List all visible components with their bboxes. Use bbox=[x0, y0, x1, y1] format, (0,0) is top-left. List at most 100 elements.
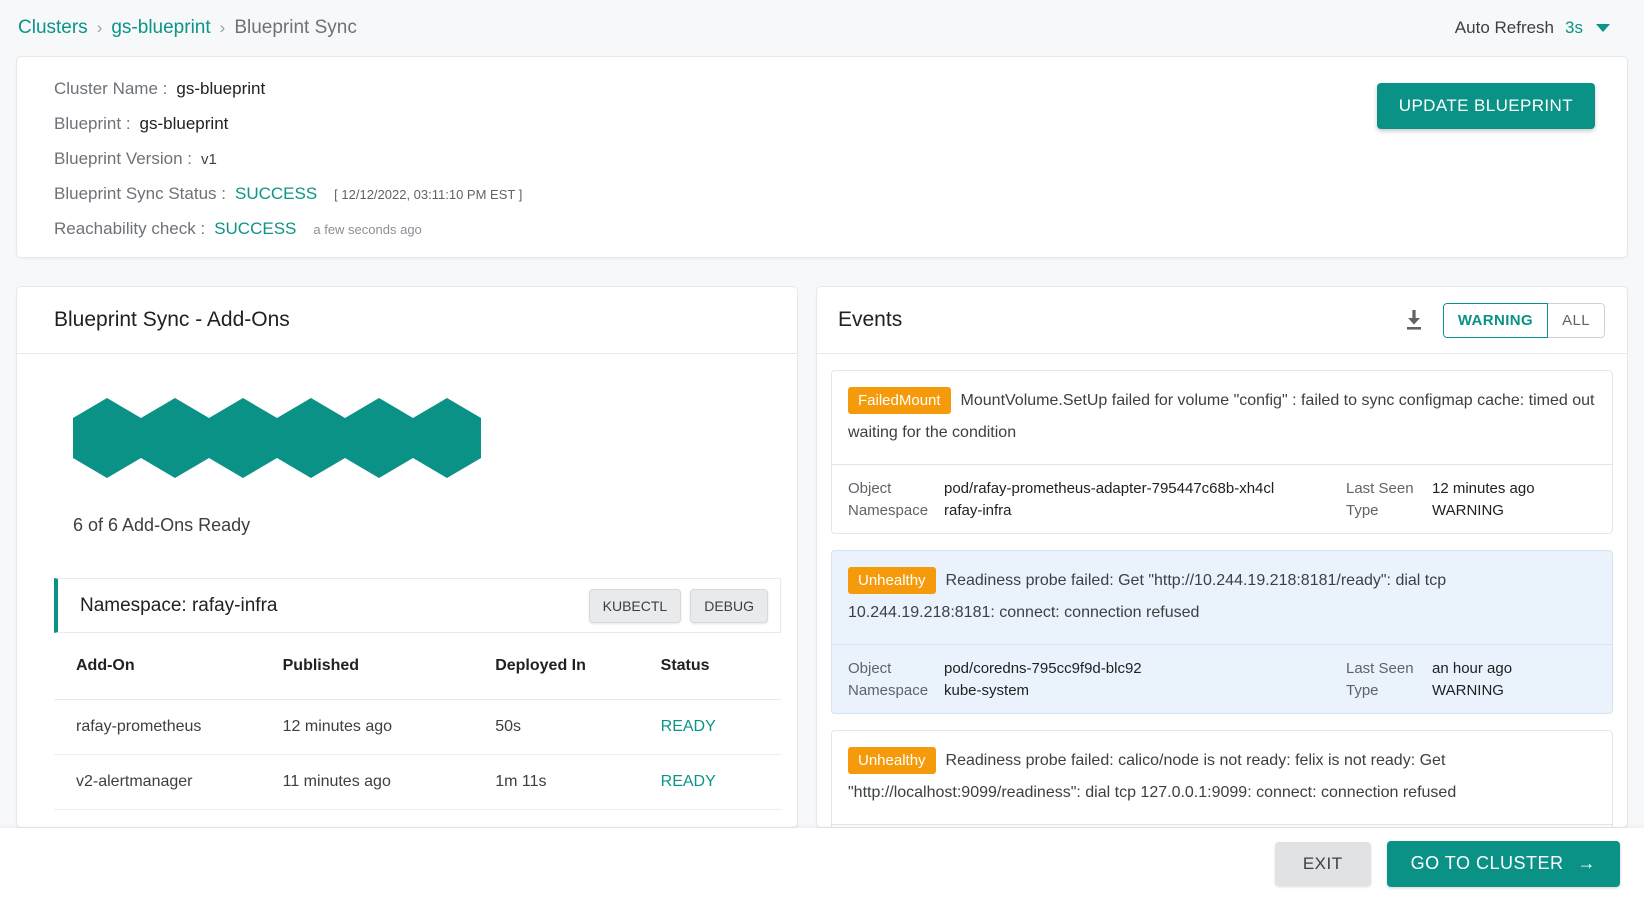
events-filter-all[interactable]: ALL bbox=[1548, 302, 1605, 338]
addon-hex-icon bbox=[345, 398, 413, 478]
status-badge: SUCCESS bbox=[234, 184, 318, 203]
chevron-down-icon[interactable] bbox=[1596, 24, 1610, 32]
event-card[interactable]: Unhealthy Readiness probe failed: calico/… bbox=[831, 730, 1613, 827]
events-panel: Events WARNING ALL FailedMount MountVolu… bbox=[816, 286, 1628, 828]
table-row[interactable]: v2-alertmanager 11 minutes ago 1m 11s RE… bbox=[54, 754, 781, 810]
column-header-deployed-in: Deployed In bbox=[495, 633, 661, 700]
exit-button[interactable]: EXIT bbox=[1274, 841, 1371, 886]
summary-row-sync-status: Blueprint Sync Status : SUCCESS [ 12/12/… bbox=[54, 184, 1627, 219]
label-last-seen: Last Seen bbox=[1346, 659, 1414, 677]
summary-row-reachability: Reachability check : SUCCESS a few secon… bbox=[54, 219, 1627, 254]
value-last-seen: an hour ago bbox=[1432, 659, 1513, 677]
event-object-row: Object pod/rafay-prometheus-adapter-7954… bbox=[848, 477, 1346, 499]
events-panel-title: Events bbox=[838, 308, 903, 331]
event-message-row: Unhealthy Readiness probe failed: calico/… bbox=[832, 731, 1612, 824]
summary-row-blueprint-version: Blueprint Version : v1 bbox=[54, 149, 1627, 184]
table-row[interactable]: rafay-prometheus 12 minutes ago 50s READ… bbox=[54, 699, 781, 755]
summary-value: v1 bbox=[200, 151, 217, 168]
kubectl-button[interactable]: KUBECTL bbox=[588, 588, 682, 623]
event-meta: Object pod/rafay-prometheus-adapter-7954… bbox=[832, 464, 1612, 533]
cell-status: READY bbox=[660, 754, 781, 810]
label-object: Object bbox=[848, 659, 892, 677]
column-header-published: Published bbox=[282, 633, 496, 700]
event-last-seen-row: Last Seen an hour ago bbox=[1346, 657, 1596, 679]
event-message: MountVolume.SetUp failed for volume "con… bbox=[848, 392, 1595, 441]
event-meta-right: Last Seen 12 minutes ago Type WARNING bbox=[1346, 477, 1596, 521]
summary-label: Reachability check : bbox=[54, 219, 206, 238]
value-type: WARNING bbox=[1432, 681, 1504, 699]
events-panel-header: Events WARNING ALL bbox=[817, 287, 1627, 354]
addon-hex-icon bbox=[277, 398, 345, 478]
cluster-summary-card: Cluster Name : gs-blueprint Blueprint : … bbox=[16, 56, 1628, 258]
summary-value: gs-blueprint bbox=[139, 114, 229, 133]
value-namespace: kube-system bbox=[944, 681, 1030, 699]
column-header-status: Status bbox=[660, 633, 781, 700]
value-last-seen: 12 minutes ago bbox=[1432, 479, 1535, 497]
breadcrumb-item-gs-blueprint[interactable]: gs-blueprint bbox=[111, 17, 210, 39]
cell-published: 12 minutes ago bbox=[282, 699, 496, 755]
event-object-row: Object pod/coredns-795cc9f9d-blc92 bbox=[848, 657, 1346, 679]
value-type: WARNING bbox=[1432, 501, 1504, 519]
label-type: Type bbox=[1346, 681, 1379, 699]
go-to-cluster-label: GO TO CLUSTER bbox=[1410, 853, 1564, 873]
summary-label: Blueprint Version : bbox=[54, 149, 192, 168]
cell-addon: rafay-prometheus bbox=[54, 699, 283, 755]
addons-panel-header: Blueprint Sync - Add-Ons bbox=[17, 287, 797, 354]
label-namespace: Namespace bbox=[848, 681, 929, 699]
event-namespace-row: Namespace rafay-infra bbox=[848, 499, 1346, 521]
sync-timestamp: [ 12/12/2022, 03:11:10 PM EST ] bbox=[334, 187, 523, 202]
breadcrumb: Clusters › gs-blueprint › Blueprint Sync… bbox=[0, 0, 1644, 56]
event-message: Readiness probe failed: calico/node is n… bbox=[848, 752, 1457, 801]
auto-refresh-control: Auto Refresh 3s bbox=[1455, 18, 1626, 38]
namespace-block: Namespace: rafay-infra KUBECTL DEBUG Add… bbox=[54, 578, 781, 810]
summary-label: Cluster Name : bbox=[54, 79, 168, 98]
value-object: pod/coredns-795cc9f9d-blc92 bbox=[944, 659, 1142, 677]
event-meta-left: Object pod/coredns-795cc9f9d-blc92 Names… bbox=[848, 657, 1346, 701]
label-type: Type bbox=[1346, 501, 1379, 519]
addons-table: Add-On Published Deployed In Status rafa… bbox=[54, 633, 781, 810]
summary-label: Blueprint : bbox=[54, 114, 131, 133]
value-namespace: rafay-infra bbox=[944, 501, 1012, 519]
go-to-cluster-button[interactable]: GO TO CLUSTER → bbox=[1386, 840, 1620, 887]
event-card[interactable]: FailedMount MountVolume.SetUp failed for … bbox=[831, 370, 1613, 534]
event-last-seen-row: Last Seen 12 minutes ago bbox=[1346, 477, 1596, 499]
cell-status: READY bbox=[660, 699, 781, 755]
auto-refresh-label: Auto Refresh bbox=[1454, 18, 1555, 37]
debug-button[interactable]: DEBUG bbox=[690, 588, 768, 623]
events-list: FailedMount MountVolume.SetUp failed for … bbox=[817, 354, 1627, 827]
breadcrumb-item-clusters[interactable]: Clusters bbox=[18, 17, 88, 39]
addon-hex-icon bbox=[413, 398, 481, 478]
addons-panel-title: Blueprint Sync - Add-Ons bbox=[54, 308, 290, 331]
event-message: Readiness probe failed: Get "http://10.2… bbox=[848, 572, 1447, 621]
events-filter-warning[interactable]: WARNING bbox=[1442, 302, 1549, 338]
event-reason-badge: Unhealthy bbox=[848, 567, 936, 595]
auto-refresh-value[interactable]: 3s bbox=[1565, 18, 1583, 38]
events-filter-toggle: WARNING ALL bbox=[1442, 302, 1605, 338]
update-blueprint-button[interactable]: UPDATE BLUEPRINT bbox=[1376, 83, 1595, 129]
namespace-title: Namespace: rafay-infra bbox=[80, 594, 278, 616]
addon-hex-icon bbox=[73, 398, 141, 478]
event-card[interactable]: Unhealthy Readiness probe failed: Get "ht… bbox=[831, 550, 1613, 714]
namespace-actions: KUBECTL DEBUG bbox=[588, 588, 780, 623]
event-type-row: Type WARNING bbox=[1346, 679, 1596, 701]
download-icon[interactable] bbox=[1403, 308, 1425, 332]
event-meta-left: Object pod/rafay-prometheus-adapter-7954… bbox=[848, 477, 1346, 521]
breadcrumb-separator-icon: › bbox=[219, 18, 226, 37]
cell-deployed-in: 50s bbox=[495, 699, 661, 755]
blueprint-sync-page: Clusters › gs-blueprint › Blueprint Sync… bbox=[0, 0, 1644, 899]
event-meta-right: Last Seen an hour ago Type WARNING bbox=[1346, 657, 1596, 701]
label-object: Object bbox=[848, 479, 892, 497]
label-namespace: Namespace bbox=[848, 501, 929, 519]
event-reason-badge: Unhealthy bbox=[848, 747, 936, 775]
event-type-row: Type WARNING bbox=[1346, 499, 1596, 521]
event-reason-badge: FailedMount bbox=[848, 387, 951, 415]
event-message-row: FailedMount MountVolume.SetUp failed for … bbox=[832, 371, 1612, 464]
events-actions: WARNING ALL bbox=[1403, 302, 1605, 338]
cell-published: 11 minutes ago bbox=[282, 754, 496, 810]
cell-addon: v2-alertmanager bbox=[54, 754, 283, 810]
addon-hex-icon bbox=[141, 398, 209, 478]
addons-hex-indicator bbox=[73, 398, 797, 478]
reachability-timestamp: a few seconds ago bbox=[313, 222, 422, 237]
addons-ready-text: 6 of 6 Add-Ons Ready bbox=[73, 515, 251, 535]
addon-hex-icon bbox=[209, 398, 277, 478]
